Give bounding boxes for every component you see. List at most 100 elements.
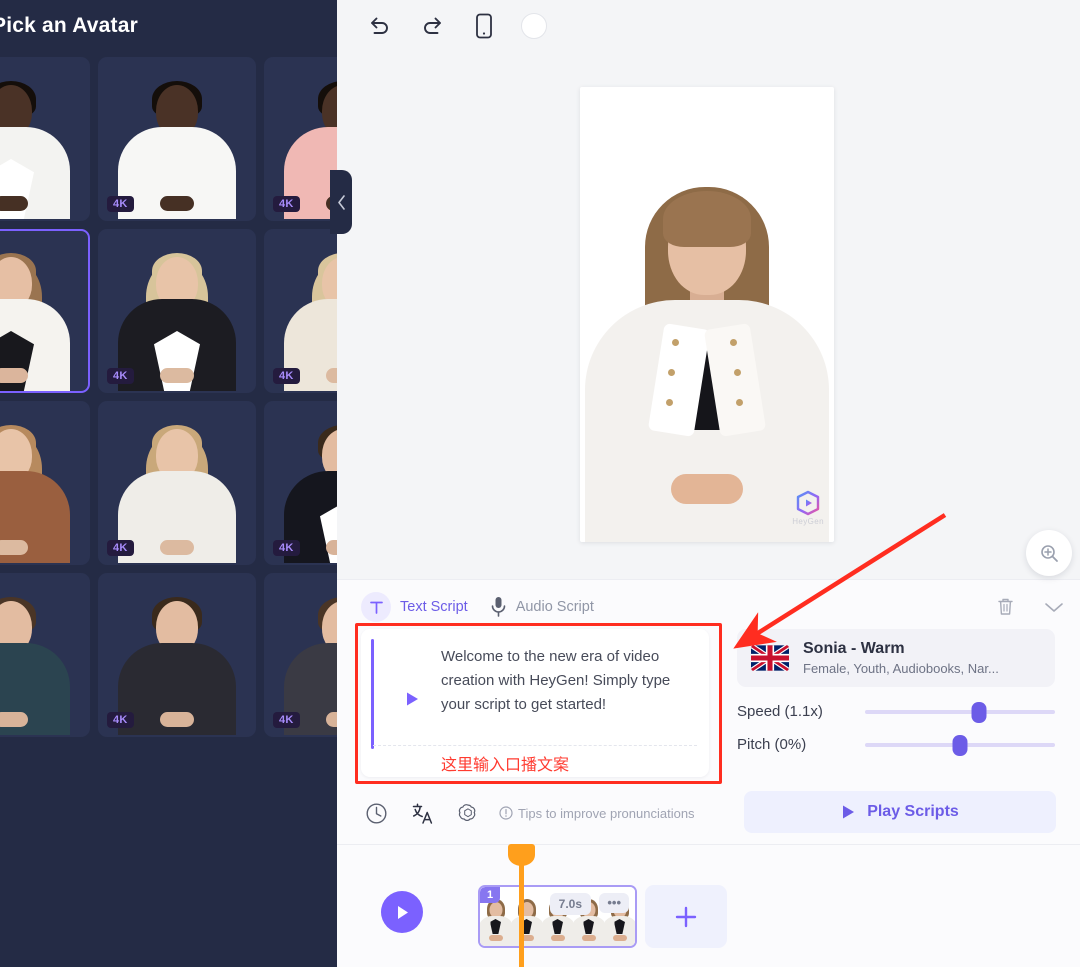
editor-area: HeyGen Text Script Audio Script Welcome … xyxy=(337,0,1080,967)
panel-actions xyxy=(997,597,1064,621)
resolution-badge: 4K xyxy=(273,712,300,728)
avatar-card[interactable]: 4K xyxy=(98,57,256,221)
background-color-swatch[interactable] xyxy=(521,13,547,39)
avatar-thumbnail xyxy=(0,575,88,735)
script-accent-bar xyxy=(371,639,374,749)
pitch-slider-track[interactable] xyxy=(865,734,1055,756)
clip-thumbnail-frame xyxy=(511,887,542,946)
resolution-badge: 4K xyxy=(273,368,300,384)
redo-icon xyxy=(424,17,441,34)
avatar-thumbnail xyxy=(100,575,254,735)
avatar-card[interactable]: 4K xyxy=(98,573,256,737)
clock-icon xyxy=(365,802,387,824)
undo-icon xyxy=(371,17,388,34)
timeline-play-button[interactable] xyxy=(381,891,423,933)
trash-icon xyxy=(998,598,1013,615)
play-scripts-label: Play Scripts xyxy=(867,803,959,820)
script-play-button[interactable] xyxy=(405,691,420,712)
script-divider xyxy=(373,745,697,746)
avatar-thumbnail xyxy=(100,403,254,563)
timeline: 1 7.0s ••• xyxy=(337,844,1080,967)
letter-t-icon xyxy=(369,601,383,614)
play-scripts-button[interactable]: Play Scripts xyxy=(744,791,1056,833)
translate-button[interactable] xyxy=(407,798,437,828)
delete-script-button[interactable] xyxy=(997,597,1014,621)
add-scene-button[interactable] xyxy=(645,885,727,948)
sidebar-collapse-button[interactable] xyxy=(330,170,352,234)
avatar-card[interactable]: 4K xyxy=(264,573,337,737)
avatar-thumbnail xyxy=(0,231,88,391)
avatar-card[interactable]: 4K xyxy=(0,573,90,737)
avatar-thumbnail xyxy=(266,575,337,735)
watermark-label: HeyGen xyxy=(792,517,824,526)
script-text-editor[interactable]: Welcome to the new era of video creation… xyxy=(361,629,709,777)
avatar-grid: 4K4K4K4K4K4K4K4K4K4K4K4K xyxy=(0,57,337,737)
avatar-card[interactable]: 4K xyxy=(98,229,256,393)
zoom-in-button[interactable] xyxy=(1026,530,1072,576)
play-triangle-icon xyxy=(407,692,418,706)
avatar-thumbnail xyxy=(100,59,254,219)
tab-text-script[interactable]: Text Script xyxy=(361,592,468,622)
info-circle-icon xyxy=(499,806,513,820)
avatar-card[interactable]: 4K xyxy=(0,229,90,393)
pitch-slider-thumb[interactable] xyxy=(952,734,968,756)
script-tabs: Text Script Audio Script xyxy=(361,592,594,622)
clip-number-badge: 1 xyxy=(480,887,501,903)
voice-name: Sonia - Warm xyxy=(803,640,905,657)
ai-assistant-button[interactable] xyxy=(453,798,483,828)
resolution-badge: 4K xyxy=(273,196,300,212)
pronunciation-tips-label: Tips to improve pronunciations xyxy=(518,805,695,821)
avatar-card[interactable]: 4K xyxy=(264,57,337,221)
clip-more-button[interactable]: ••• xyxy=(599,893,629,913)
avatar-card[interactable]: 4K xyxy=(264,401,337,565)
speed-label: Speed (1.1x) xyxy=(737,703,823,720)
avatar-card[interactable]: 4K xyxy=(98,401,256,565)
chevron-left-icon xyxy=(337,194,345,210)
zoom-in-icon xyxy=(1040,544,1058,562)
avatar-thumbnail xyxy=(0,59,88,219)
avatar-preview xyxy=(580,87,834,542)
microphone-icon xyxy=(491,597,505,617)
resolution-badge: 4K xyxy=(107,712,134,728)
timeline-playhead-handle[interactable] xyxy=(508,844,535,866)
text-script-icon xyxy=(361,592,391,622)
avatar-card[interactable]: 4K xyxy=(264,229,337,393)
clip-duration-badge: 7.0s xyxy=(549,893,591,915)
mobile-device-icon xyxy=(476,13,492,39)
history-button[interactable] xyxy=(361,798,391,828)
speed-slider-thumb[interactable] xyxy=(971,701,987,723)
play-triangle-icon xyxy=(843,805,855,819)
avatar-thumbnail xyxy=(266,59,337,219)
openai-spiral-icon xyxy=(458,804,476,821)
translate-icon xyxy=(412,802,432,824)
undo-button[interactable] xyxy=(365,11,395,41)
chevron-down-icon xyxy=(1045,603,1063,612)
avatar-card[interactable]: 4K xyxy=(0,401,90,565)
avatar-card[interactable]: 4K xyxy=(0,57,90,221)
redo-button[interactable] xyxy=(417,11,447,41)
script-panel: Text Script Audio Script Welcome to the … xyxy=(337,579,1080,844)
tab-audio-script-label: Audio Script xyxy=(515,599,594,615)
pitch-label: Pitch (0%) xyxy=(737,736,807,753)
resolution-badge: 4K xyxy=(273,540,300,556)
avatar-picker-sidebar: Pick an Avatar 4K4K4K4K4K4K4K4K4K4K4K4K xyxy=(0,0,337,967)
pitch-control: Pitch (0%) xyxy=(737,734,1055,756)
tab-audio-script[interactable]: Audio Script xyxy=(490,596,594,618)
timeline-clip[interactable]: 1 7.0s ••• xyxy=(478,885,637,948)
device-orientation-button[interactable] xyxy=(469,11,499,41)
resolution-badge: 4K xyxy=(107,196,134,212)
page-title: Pick an Avatar xyxy=(0,14,138,37)
speed-slider-track[interactable] xyxy=(865,701,1055,723)
annotation-text: 这里输入口播文案 xyxy=(441,757,570,774)
heygen-watermark: HeyGen xyxy=(792,490,824,526)
resolution-badge: 4K xyxy=(107,368,134,384)
collapse-panel-button[interactable] xyxy=(1044,600,1064,618)
avatar-thumbnail xyxy=(0,403,88,563)
voice-description: Female, Youth, Audiobooks, Nar... xyxy=(803,661,999,676)
voice-selector[interactable]: Sonia - Warm Female, Youth, Audiobooks, … xyxy=(737,629,1055,687)
speed-control: Speed (1.1x) xyxy=(737,701,1055,723)
script-text-content: Welcome to the new era of video creation… xyxy=(441,648,671,713)
video-preview-stage[interactable]: HeyGen xyxy=(580,87,834,542)
voice-settings-panel: Sonia - Warm Female, Youth, Audiobooks, … xyxy=(737,629,1055,756)
pronunciation-tips[interactable]: Tips to improve pronunciations xyxy=(499,806,695,821)
